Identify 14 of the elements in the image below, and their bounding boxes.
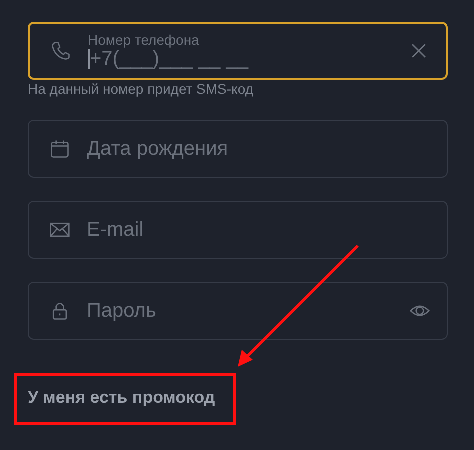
mail-input[interactable]: E-mail: [87, 218, 431, 242]
lock-input[interactable]: Пароль: [87, 300, 393, 322]
phone-field[interactable]: Номер телефона +7(___)___ __ __: [28, 22, 448, 80]
field-label: Номер телефона: [88, 32, 200, 48]
text-cursor: [88, 49, 90, 69]
field-hint: На данный номер придет SMS-код: [28, 81, 254, 97]
calendar-input[interactable]: Дата рождения: [87, 138, 431, 160]
lock-field[interactable]: Пароль: [28, 282, 448, 340]
phone-input[interactable]: +7(___)___ __ __: [90, 48, 392, 70]
calendar-field[interactable]: Дата рождения: [28, 120, 448, 178]
phone-icon: [50, 40, 72, 62]
promo-code-link[interactable]: У меня есть промокод: [28, 388, 216, 408]
calendar-icon: [49, 138, 71, 160]
mail-field[interactable]: E-mail: [28, 201, 448, 259]
